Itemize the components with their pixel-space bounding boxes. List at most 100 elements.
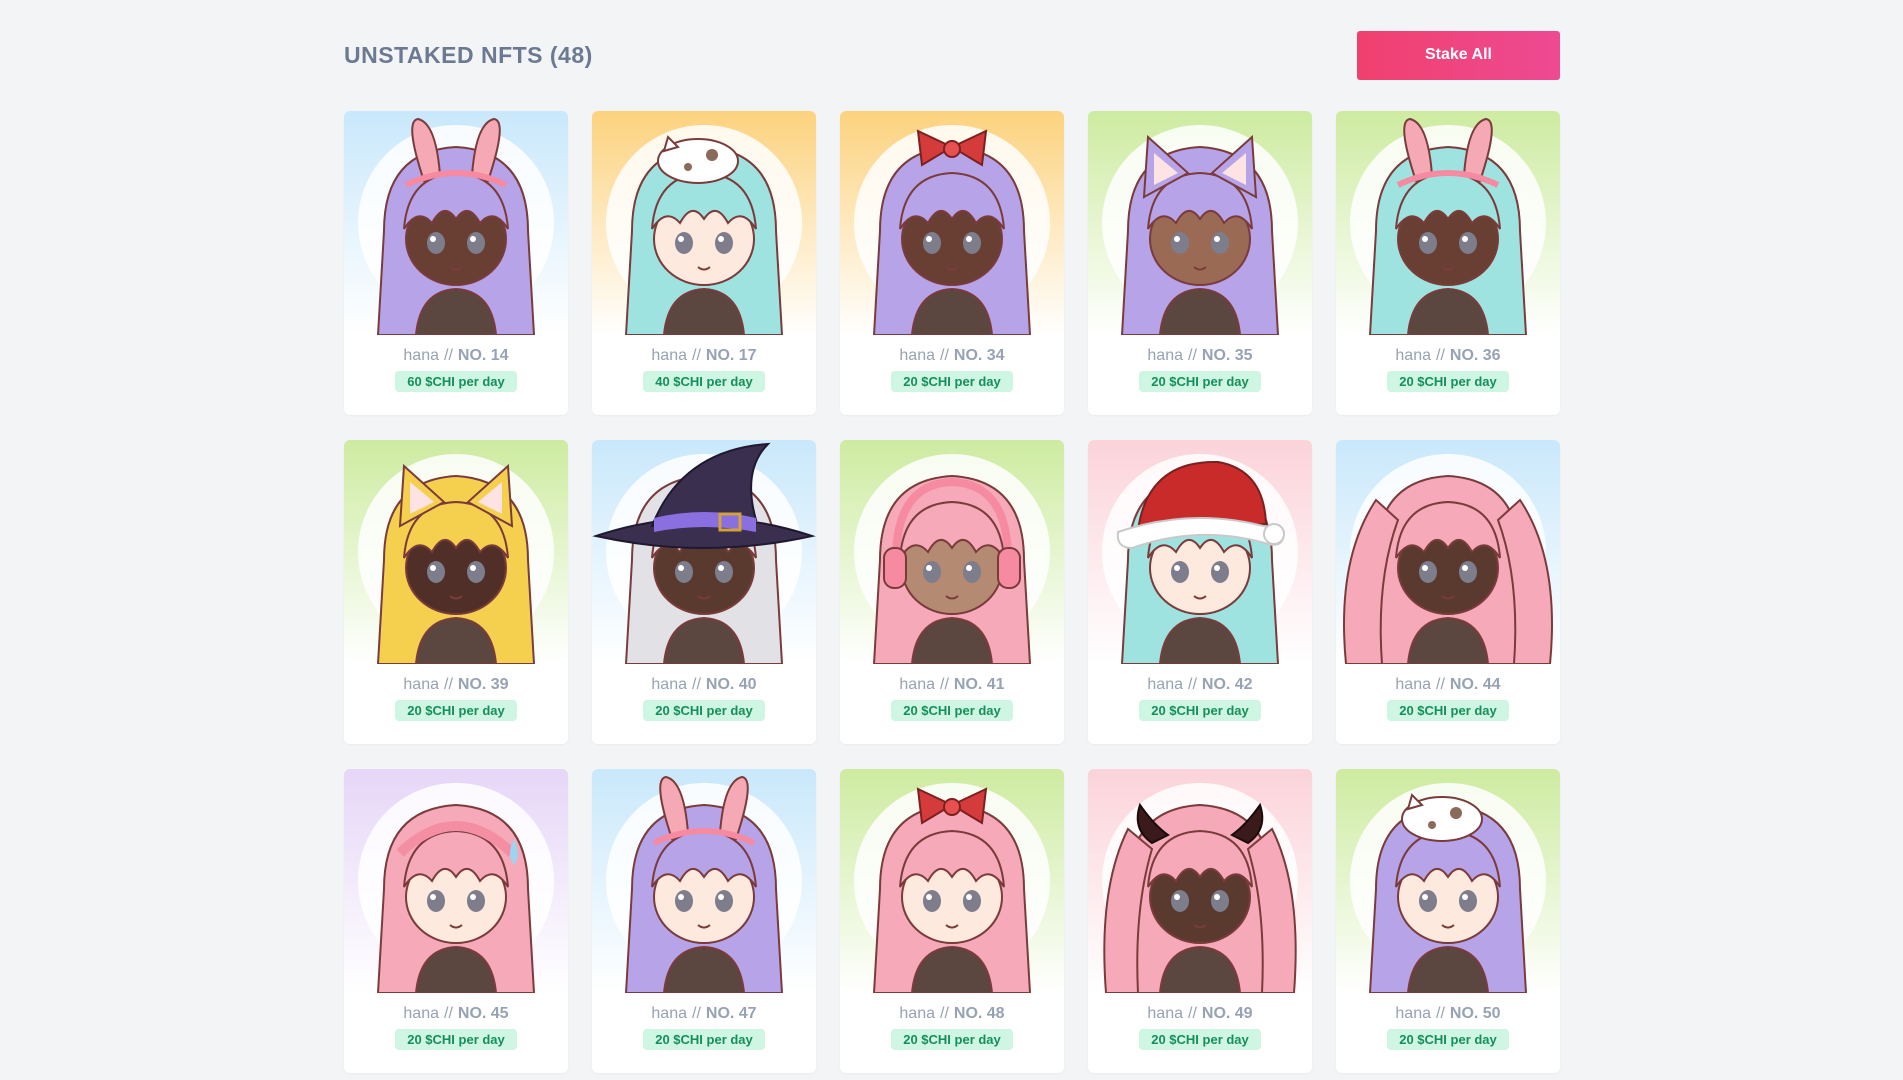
- section-header: UNSTAKED NFTS (48) Stake All: [344, 30, 1560, 80]
- nft-card[interactable]: hana //NO. 44 20 $CHI per day: [1336, 440, 1560, 744]
- nft-name: hana //NO. 42: [1088, 676, 1312, 694]
- reward-rate-badge: 40 $CHI per day: [643, 371, 765, 392]
- nft-number: NO. 45: [457, 1005, 509, 1022]
- nft-number: NO. 34: [953, 347, 1005, 364]
- nft-number: NO. 40: [705, 676, 757, 693]
- nft-separator: //: [940, 1005, 949, 1022]
- nft-number: NO. 41: [953, 676, 1005, 693]
- nft-card[interactable]: hana //NO. 48 20 $CHI per day: [840, 769, 1064, 1073]
- nft-collection: hana: [1395, 676, 1431, 693]
- nft-name: hana //NO. 49: [1088, 1005, 1312, 1023]
- nft-card[interactable]: hana //NO. 36 20 $CHI per day: [1336, 111, 1560, 415]
- nft-number: NO. 17: [705, 347, 757, 364]
- nft-character-illustration: [1336, 111, 1560, 335]
- nft-image[interactable]: [344, 440, 568, 664]
- reward-rate-badge: 20 $CHI per day: [891, 1029, 1013, 1050]
- nft-image[interactable]: [840, 440, 1064, 664]
- nft-name: hana //NO. 39: [344, 676, 568, 694]
- nft-info: hana //NO. 39 20 $CHI per day: [344, 664, 568, 721]
- nft-separator: //: [692, 676, 701, 693]
- nft-character-illustration: [592, 769, 816, 993]
- nft-image[interactable]: [1088, 769, 1312, 993]
- nft-image[interactable]: [1088, 111, 1312, 335]
- nft-info: hana //NO. 48 20 $CHI per day: [840, 993, 1064, 1050]
- nft-image[interactable]: [592, 769, 816, 993]
- nft-name: hana //NO. 35: [1088, 347, 1312, 365]
- nft-number: NO. 50: [1449, 1005, 1501, 1022]
- reward-rate-badge: 20 $CHI per day: [891, 371, 1013, 392]
- nft-image[interactable]: [344, 111, 568, 335]
- nft-card[interactable]: hana //NO. 49 20 $CHI per day: [1088, 769, 1312, 1073]
- nft-image[interactable]: [344, 769, 568, 993]
- stake-all-button[interactable]: Stake All: [1357, 30, 1560, 80]
- nft-image[interactable]: [1088, 440, 1312, 664]
- reward-rate-badge: 20 $CHI per day: [1387, 371, 1509, 392]
- nft-collection: hana: [651, 676, 687, 693]
- nft-card[interactable]: hana //NO. 47 20 $CHI per day: [592, 769, 816, 1073]
- nft-image[interactable]: [840, 769, 1064, 993]
- nft-separator: //: [444, 347, 453, 364]
- reward-rate-badge: 20 $CHI per day: [1139, 371, 1261, 392]
- nft-separator: //: [1188, 1005, 1197, 1022]
- nft-info: hana //NO. 44 20 $CHI per day: [1336, 664, 1560, 721]
- nft-name: hana //NO. 40: [592, 676, 816, 694]
- reward-rate-badge: 20 $CHI per day: [643, 700, 765, 721]
- nft-collection: hana: [1147, 1005, 1183, 1022]
- nft-info: hana //NO. 17 40 $CHI per day: [592, 335, 816, 392]
- nft-character-illustration: [1336, 440, 1560, 664]
- nft-card[interactable]: hana //NO. 14 60 $CHI per day: [344, 111, 568, 415]
- nft-card[interactable]: hana //NO. 35 20 $CHI per day: [1088, 111, 1312, 415]
- reward-rate-badge: 20 $CHI per day: [1387, 1029, 1509, 1050]
- nft-card[interactable]: hana //NO. 41 20 $CHI per day: [840, 440, 1064, 744]
- nft-info: hana //NO. 34 20 $CHI per day: [840, 335, 1064, 392]
- nft-separator: //: [692, 347, 701, 364]
- nft-card[interactable]: hana //NO. 45 20 $CHI per day: [344, 769, 568, 1073]
- nft-collection: hana: [1395, 347, 1431, 364]
- nft-name: hana //NO. 36: [1336, 347, 1560, 365]
- nft-image[interactable]: [1336, 111, 1560, 335]
- nft-image[interactable]: [1336, 769, 1560, 993]
- nft-separator: //: [1436, 1005, 1445, 1022]
- reward-rate-badge: 20 $CHI per day: [891, 700, 1013, 721]
- nft-image[interactable]: [840, 111, 1064, 335]
- nft-character-illustration: [344, 769, 568, 993]
- nft-separator: //: [692, 1005, 701, 1022]
- nft-name: hana //NO. 44: [1336, 676, 1560, 694]
- nft-card[interactable]: hana //NO. 50 20 $CHI per day: [1336, 769, 1560, 1073]
- nft-image[interactable]: [592, 111, 816, 335]
- nft-character-illustration: [344, 440, 568, 664]
- nft-collection: hana: [899, 676, 935, 693]
- nft-card[interactable]: hana //NO. 40 20 $CHI per day: [592, 440, 816, 744]
- nft-image[interactable]: [592, 440, 816, 664]
- nft-collection: hana: [403, 347, 439, 364]
- reward-rate-badge: 20 $CHI per day: [643, 1029, 765, 1050]
- nft-info: hana //NO. 47 20 $CHI per day: [592, 993, 816, 1050]
- nft-image[interactable]: [1336, 440, 1560, 664]
- nft-collection: hana: [1147, 676, 1183, 693]
- nft-name: hana //NO. 34: [840, 347, 1064, 365]
- nft-number: NO. 44: [1449, 676, 1501, 693]
- nft-separator: //: [444, 676, 453, 693]
- nft-name: hana //NO. 48: [840, 1005, 1064, 1023]
- nft-collection: hana: [899, 347, 935, 364]
- nft-info: hana //NO. 42 20 $CHI per day: [1088, 664, 1312, 721]
- nft-info: hana //NO. 36 20 $CHI per day: [1336, 335, 1560, 392]
- nft-collection: hana: [1147, 347, 1183, 364]
- nft-card[interactable]: hana //NO. 42 20 $CHI per day: [1088, 440, 1312, 744]
- nft-card[interactable]: hana //NO. 39 20 $CHI per day: [344, 440, 568, 744]
- nft-number: NO. 36: [1449, 347, 1501, 364]
- nft-number: NO. 47: [705, 1005, 757, 1022]
- nft-card[interactable]: hana //NO. 34 20 $CHI per day: [840, 111, 1064, 415]
- nft-character-illustration: [1336, 769, 1560, 993]
- nft-separator: //: [1188, 347, 1197, 364]
- nft-name: hana //NO. 50: [1336, 1005, 1560, 1023]
- nft-character-illustration: [1088, 769, 1312, 993]
- nft-character-illustration: [1088, 111, 1312, 335]
- nft-separator: //: [1188, 676, 1197, 693]
- nft-collection: hana: [899, 1005, 935, 1022]
- nft-card[interactable]: hana //NO. 17 40 $CHI per day: [592, 111, 816, 415]
- nft-character-illustration: [1088, 440, 1312, 664]
- reward-rate-badge: 20 $CHI per day: [1139, 1029, 1261, 1050]
- nft-name: hana //NO. 45: [344, 1005, 568, 1023]
- nft-character-illustration: [840, 111, 1064, 335]
